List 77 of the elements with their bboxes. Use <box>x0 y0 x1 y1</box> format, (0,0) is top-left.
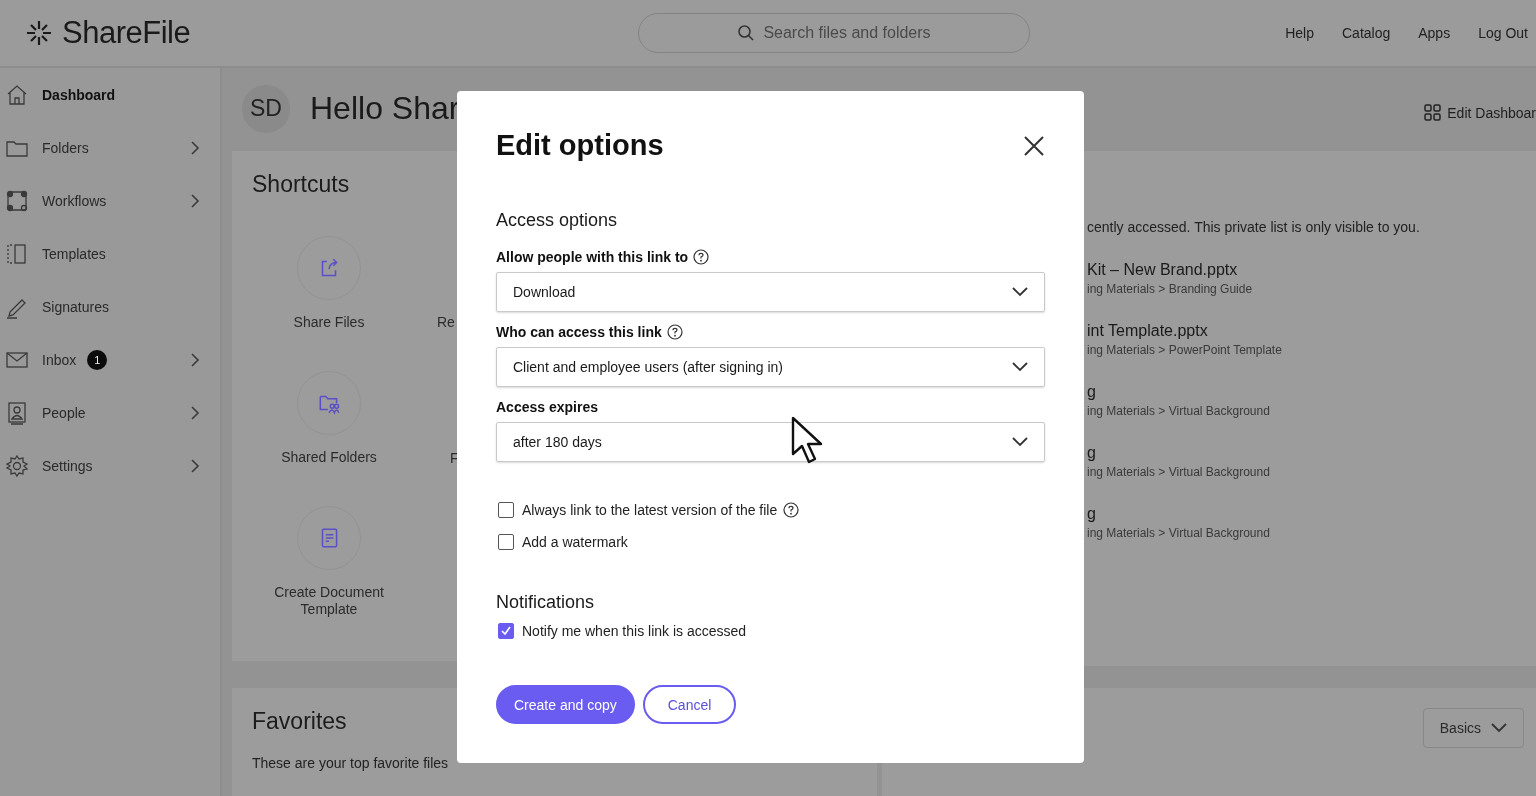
file-path: ing Materials > Virtual Background <box>1087 404 1271 418</box>
grid-icon <box>1424 104 1442 121</box>
dialog-title: Edit options <box>496 129 664 162</box>
file-name[interactable]: g <box>1087 444 1536 462</box>
cancel-button[interactable]: Cancel <box>642 685 737 724</box>
chevron-right-icon <box>190 139 200 156</box>
template-icon <box>5 241 29 266</box>
mouse-pointer-icon <box>791 416 825 466</box>
chevron-right-icon <box>190 351 200 368</box>
dropdown[interactable]: after 180 days <box>496 422 1045 462</box>
shortcut[interactable]: Shared Folders <box>234 371 424 466</box>
checkbox[interactable] <box>498 534 514 550</box>
chevron-right-icon <box>190 404 200 421</box>
file-path: ing Materials > Virtual Background <box>1087 465 1271 479</box>
section-title: Access options <box>496 210 619 231</box>
chevron-down-icon <box>1491 723 1507 733</box>
count-badge: 1 <box>87 349 108 370</box>
nav-link[interactable]: Log Out <box>1478 25 1528 41</box>
shortcut-label: Create Document Template <box>273 584 385 618</box>
field-label: Access expires <box>496 399 598 415</box>
chevron-down-icon <box>1012 362 1028 372</box>
chevron-down-icon <box>1012 437 1028 447</box>
card-title: Favorites <box>252 708 347 735</box>
file-name[interactable]: int Template.pptx <box>1087 322 1536 340</box>
app-logo-text[interactable]: ShareFile <box>62 15 191 51</box>
sidebar-item[interactable]: Dashboard <box>0 68 220 121</box>
contact-card-icon <box>5 400 29 425</box>
shortcut-label: Re <box>437 314 455 330</box>
card-title: Shortcuts <box>252 171 350 198</box>
search-icon <box>737 24 756 42</box>
help-icon[interactable] <box>783 502 800 518</box>
sidebar-item[interactable]: Templates <box>0 227 220 280</box>
chevron-right-icon <box>190 192 200 209</box>
logo-icon <box>24 18 54 48</box>
file-path: ing Materials > Virtual Background <box>1087 526 1271 540</box>
dropdown[interactable]: Basics <box>1422 708 1524 748</box>
card-description: These are your top favorite files <box>252 755 450 771</box>
chevron-down-icon <box>1012 287 1028 297</box>
dropdown[interactable]: Client and employee users (after signing in) <box>496 347 1045 387</box>
sidebar-item[interactable]: Workflows <box>0 174 220 227</box>
shortcut[interactable]: Share Files <box>234 236 424 331</box>
avatar[interactable]: SD <box>242 84 290 133</box>
field-label: Who can access this link <box>496 324 662 340</box>
section-title: Notifications <box>496 592 596 613</box>
greeting: Hello Shar <box>310 90 460 127</box>
file-path: ing Materials > Branding Guide <box>1087 282 1254 296</box>
shortcut[interactable]: Create Document Template <box>234 506 424 618</box>
file-name[interactable]: Kit – New Brand.pptx <box>1087 261 1536 279</box>
checkbox-label: Always link to the latest version of the file <box>522 502 778 518</box>
sidebar-item[interactable]: Folders <box>0 121 220 174</box>
field-label: Allow people with this link to <box>496 249 689 265</box>
help-icon[interactable] <box>693 249 710 265</box>
chevron-right-icon <box>190 457 200 474</box>
settings-icon <box>5 453 29 478</box>
dropdown[interactable]: Download <box>496 272 1045 312</box>
card-description: cently accessed. This private list is only visible to you. <box>1087 219 1421 235</box>
workflow-icon <box>5 188 29 213</box>
sidebar-item[interactable]: Signatures <box>0 280 220 333</box>
checkbox[interactable] <box>498 502 514 518</box>
create-button[interactable]: Create and copy <box>496 685 635 724</box>
shortcut-label: Share Files <box>292 314 366 331</box>
nav-link[interactable]: Apps <box>1418 25 1451 41</box>
help-icon[interactable] <box>666 324 683 340</box>
sidebar-item[interactable]: People <box>0 386 220 439</box>
checkbox-label: Notify me when this link is accessed <box>522 623 747 639</box>
file-path: ing Materials > PowerPoint Template <box>1087 343 1283 357</box>
sidebar-item[interactable]: Inbox 1 <box>0 333 220 386</box>
shortcut-label: Shared Folders <box>280 449 378 466</box>
checkbox-label: Add a watermark <box>522 534 628 550</box>
checkbox[interactable] <box>498 623 514 639</box>
sidebar-item[interactable]: Settings <box>0 439 220 492</box>
edit-dashboard-link[interactable]: Edit Dashboar <box>1424 104 1536 121</box>
nav-link[interactable]: Catalog <box>1342 25 1391 41</box>
file-name[interactable]: g <box>1087 383 1536 401</box>
file-name[interactable]: g <box>1087 505 1536 523</box>
close-icon[interactable] <box>1023 134 1045 157</box>
nav-link[interactable]: Help <box>1285 25 1314 41</box>
